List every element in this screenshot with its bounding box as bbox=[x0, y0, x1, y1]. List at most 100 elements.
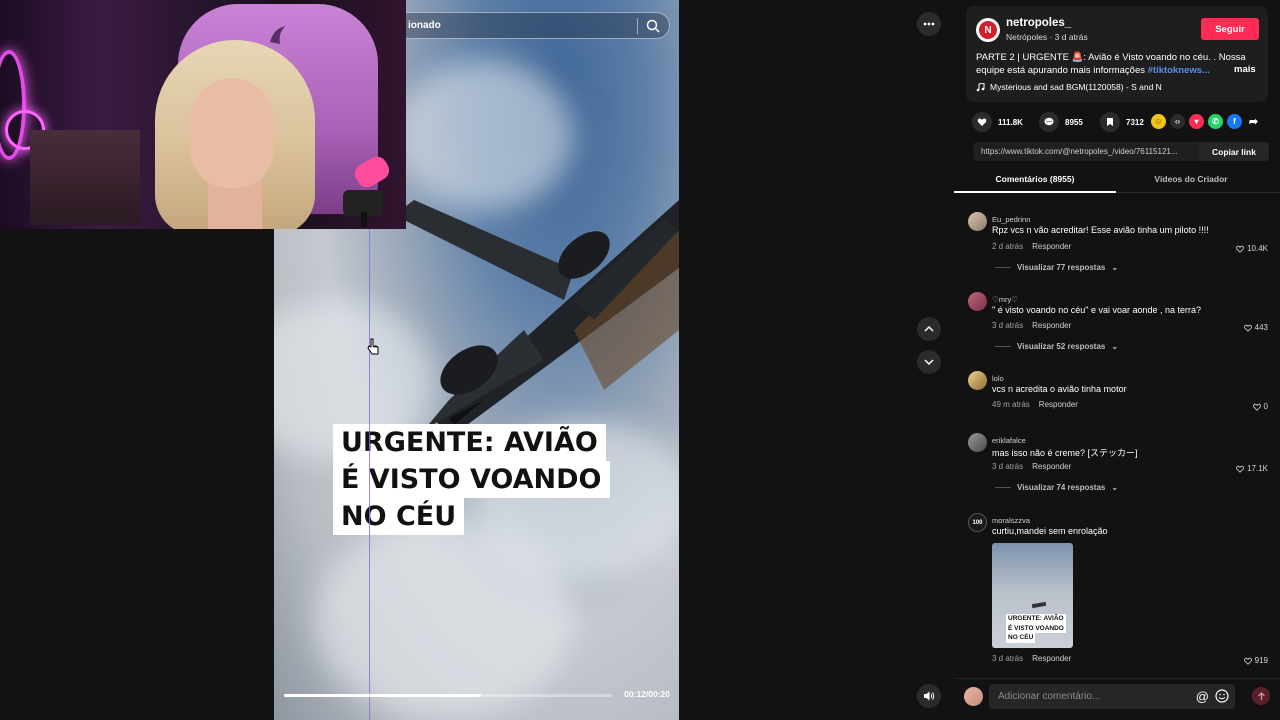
avatar[interactable] bbox=[968, 212, 987, 231]
comment-placeholder: Adicionar comentário... bbox=[998, 691, 1101, 702]
comment-time: 3 d atrás bbox=[992, 321, 1024, 330]
search-input[interactable]: ionado bbox=[408, 20, 441, 31]
heart-icon bbox=[977, 118, 987, 126]
dots-icon bbox=[923, 22, 935, 26]
previous-video-button[interactable] bbox=[917, 317, 941, 341]
post-description: PARTE 2 | URGENTE 🚨: Avião é Visto voand… bbox=[976, 51, 1256, 77]
like-count: 111.8K bbox=[998, 117, 1023, 127]
heart-outline-icon bbox=[1236, 245, 1244, 253]
heart-outline-icon bbox=[1236, 465, 1244, 473]
comment-time: 3 d atrás bbox=[992, 462, 1024, 471]
avatar-badge: 100 bbox=[972, 519, 983, 526]
comment-username[interactable]: lolo bbox=[992, 374, 1004, 383]
search-bar[interactable]: ionado bbox=[395, 12, 670, 39]
send-button[interactable] bbox=[1252, 687, 1270, 705]
comment-like[interactable]: 919 bbox=[1243, 656, 1268, 665]
reply-button[interactable]: Responder bbox=[1032, 462, 1071, 471]
comment-like[interactable]: 17.1K bbox=[1236, 464, 1268, 473]
video-caption: URGENTE: AVIÃO É VISTO VOANDO NO CÉU bbox=[333, 424, 610, 535]
comment-text: curtiu,mandei sem enrolação bbox=[992, 526, 1108, 536]
comment-input[interactable]: Adicionar comentário... @ bbox=[989, 684, 1235, 709]
more-link[interactable]: mais bbox=[1234, 64, 1256, 75]
tab-creator-videos[interactable]: Vídeos do Criador bbox=[1116, 174, 1266, 184]
comment-like[interactable]: 0 bbox=[1252, 402, 1268, 411]
comment-text: vcs n acredita o avião tinha motor bbox=[992, 384, 1127, 394]
music-info[interactable]: Mysterious and sad BGM(1120058) - S and … bbox=[976, 82, 1162, 92]
comment-like[interactable]: 10.4K bbox=[1236, 244, 1268, 253]
comment-meta: 3 d atrás Responder bbox=[992, 654, 1071, 663]
avatar[interactable] bbox=[968, 371, 987, 390]
avatar[interactable] bbox=[968, 292, 987, 311]
caption-line: NO CÉU bbox=[333, 498, 465, 535]
heart-outline-icon bbox=[1243, 324, 1252, 332]
comment-username[interactable]: ♡mry♡ bbox=[992, 295, 1018, 304]
comment-time: 2 d atrás bbox=[992, 242, 1024, 251]
comment-list[interactable]: Eu_pedrinn Rpz vcs n vão acreditar! Esse… bbox=[954, 200, 1280, 678]
reply-button[interactable]: Responder bbox=[1032, 242, 1071, 251]
author-name[interactable]: netropoles_ bbox=[1006, 17, 1071, 29]
comment-username[interactable]: eriklafalce bbox=[992, 436, 1026, 445]
view-replies-button[interactable]: Visualizar 74 respostas ⌄ bbox=[995, 483, 1118, 492]
music-title: Mysterious and sad BGM(1120058) - S and … bbox=[990, 82, 1162, 92]
like-button[interactable] bbox=[972, 112, 992, 132]
reply-button[interactable]: Responder bbox=[1032, 654, 1071, 663]
chevron-down-icon bbox=[924, 359, 934, 366]
reply-button[interactable]: Responder bbox=[1032, 321, 1071, 330]
divider bbox=[637, 18, 638, 34]
share-arrow-icon[interactable]: ➦ bbox=[1246, 114, 1261, 129]
avatar[interactable] bbox=[968, 433, 987, 452]
comment-video-thumbnail[interactable]: URGENTE: AVIÃO É VISTO VOANDO NO CÉU bbox=[992, 543, 1073, 648]
avatar bbox=[964, 687, 983, 706]
bookmark-icon bbox=[1107, 118, 1113, 126]
search-icon[interactable] bbox=[646, 19, 660, 33]
comment-text: " é visto voando no céu" e vai voar aond… bbox=[992, 305, 1202, 315]
save-button[interactable] bbox=[1100, 112, 1120, 132]
comment-text: mas isso não é creme? [ステッカー] bbox=[992, 448, 1138, 458]
gold-coin-icon[interactable]: ☺ bbox=[1151, 114, 1166, 129]
more-options-button[interactable] bbox=[917, 12, 941, 36]
comment-button[interactable] bbox=[1039, 112, 1059, 132]
comment-like[interactable]: 443 bbox=[1243, 323, 1268, 332]
caption-line: NO CÉU bbox=[1006, 633, 1036, 643]
comment-stat[interactable]: 8955 bbox=[1039, 112, 1083, 132]
emoji-icon[interactable] bbox=[1215, 689, 1229, 703]
video-link[interactable]: https://www.tiktok.com/@netropoles_/vide… bbox=[981, 147, 1193, 156]
copy-link-button[interactable]: Copiar link bbox=[1199, 142, 1269, 161]
comment-meta: 49 m atrás Responder bbox=[992, 400, 1078, 409]
view-replies-button[interactable]: Visualizar 52 respostas ⌄ bbox=[995, 342, 1118, 351]
next-video-button[interactable] bbox=[917, 350, 941, 374]
whatsapp-icon[interactable]: ✆ bbox=[1208, 114, 1223, 129]
comment-username[interactable]: moralszzva bbox=[992, 516, 1030, 525]
reply-button[interactable]: Responder bbox=[1039, 400, 1078, 409]
comment-time: 3 d atrás bbox=[992, 654, 1024, 663]
stats-row: 111.8K 8955 7312 ☺ ‹› ▾ ✆ f ➦ bbox=[972, 112, 1272, 134]
tiktok-friends-icon[interactable]: ▾ bbox=[1189, 114, 1204, 129]
divider bbox=[995, 346, 1011, 347]
like-stat[interactable]: 111.8K bbox=[972, 112, 1023, 132]
tab-comments[interactable]: Comentários (8955) bbox=[954, 174, 1116, 184]
microphone-icon bbox=[343, 156, 390, 227]
mention-icon[interactable]: @ bbox=[1196, 689, 1209, 704]
comment-username[interactable]: Eu_pedrinn bbox=[992, 215, 1030, 224]
caption-line: URGENTE: AVIÃO bbox=[1006, 614, 1066, 624]
tab-bar: Comentários (8955) Vídeos do Criador bbox=[954, 169, 1280, 193]
save-stat[interactable]: 7312 bbox=[1100, 112, 1144, 132]
avatar[interactable]: 100 bbox=[968, 513, 987, 532]
arrow-up-icon bbox=[1257, 691, 1265, 700]
chevron-down-icon: ⌄ bbox=[1111, 342, 1119, 351]
speaker-icon bbox=[924, 691, 935, 701]
comment-text: Rpz vcs n vão acreditar! Esse avião tinh… bbox=[992, 225, 1209, 235]
heart-outline-icon bbox=[1243, 657, 1252, 665]
caption-line: URGENTE: AVIÃO bbox=[333, 424, 606, 461]
progress-bar[interactable] bbox=[284, 694, 612, 697]
facebook-icon[interactable]: f bbox=[1227, 114, 1242, 129]
view-replies-button[interactable]: Visualizar 77 respostas ⌄ bbox=[995, 263, 1118, 272]
comment-meta: 2 d atrás Responder bbox=[992, 242, 1071, 251]
caption-line: É VISTO VOANDO bbox=[333, 461, 610, 498]
side-panel: N netropoles_ Netrópoles · 3 d atrás Seg… bbox=[954, 0, 1280, 720]
volume-button[interactable] bbox=[917, 684, 941, 708]
hashtag-link[interactable]: #tiktoknews... bbox=[1148, 65, 1210, 76]
follow-button[interactable]: Seguir bbox=[1201, 18, 1259, 40]
author-avatar[interactable]: N bbox=[976, 18, 1000, 42]
embed-icon[interactable]: ‹› bbox=[1170, 114, 1185, 129]
